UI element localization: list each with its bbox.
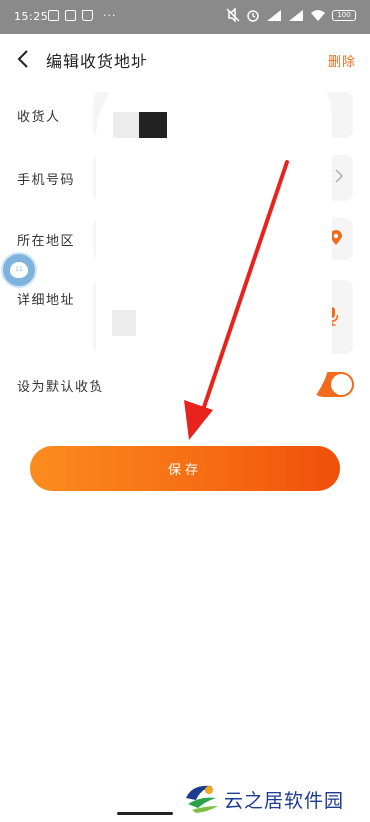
alarm-icon	[247, 10, 259, 22]
redaction-patch	[113, 112, 139, 138]
detail-address-label: 详细地址	[17, 293, 76, 308]
notification-icon	[48, 10, 59, 21]
toggle-knob	[331, 374, 352, 395]
signal-icon	[267, 9, 281, 21]
signal-icon	[289, 9, 303, 21]
save-button[interactable]: 保存	[30, 446, 340, 491]
watermark: 云之居软件园	[182, 776, 370, 822]
redaction-patch	[112, 310, 136, 336]
phone-label: 手机号码	[17, 173, 76, 188]
home-indicator	[117, 812, 173, 815]
status-left-icons: ···	[48, 9, 117, 22]
floating-bubble-badge: 11	[10, 262, 28, 278]
notification-icon	[65, 10, 76, 21]
more-notifications-icon: ···	[103, 9, 117, 22]
floating-assistant-button[interactable]: 11	[1, 252, 37, 288]
region-label: 所在地区	[17, 234, 76, 249]
status-time: 15:25	[14, 10, 49, 23]
battery-icon: 100	[332, 9, 356, 21]
page-title: 编辑收货地址	[46, 52, 149, 71]
chevron-right-icon	[335, 169, 343, 183]
watermark-text: 云之居软件园	[224, 790, 345, 812]
watermark-logo-icon	[186, 785, 218, 813]
delete-button[interactable]: 删除	[328, 51, 356, 70]
back-arrow-icon[interactable]	[14, 48, 34, 70]
status-bar: 15:25 ··· 100	[0, 0, 370, 34]
status-right-icons: 100	[226, 8, 356, 22]
wifi-icon	[311, 9, 325, 21]
recipient-label: 收货人	[17, 110, 61, 125]
mute-icon	[226, 8, 240, 22]
redaction-patch	[139, 112, 167, 138]
bag-icon	[82, 10, 93, 21]
